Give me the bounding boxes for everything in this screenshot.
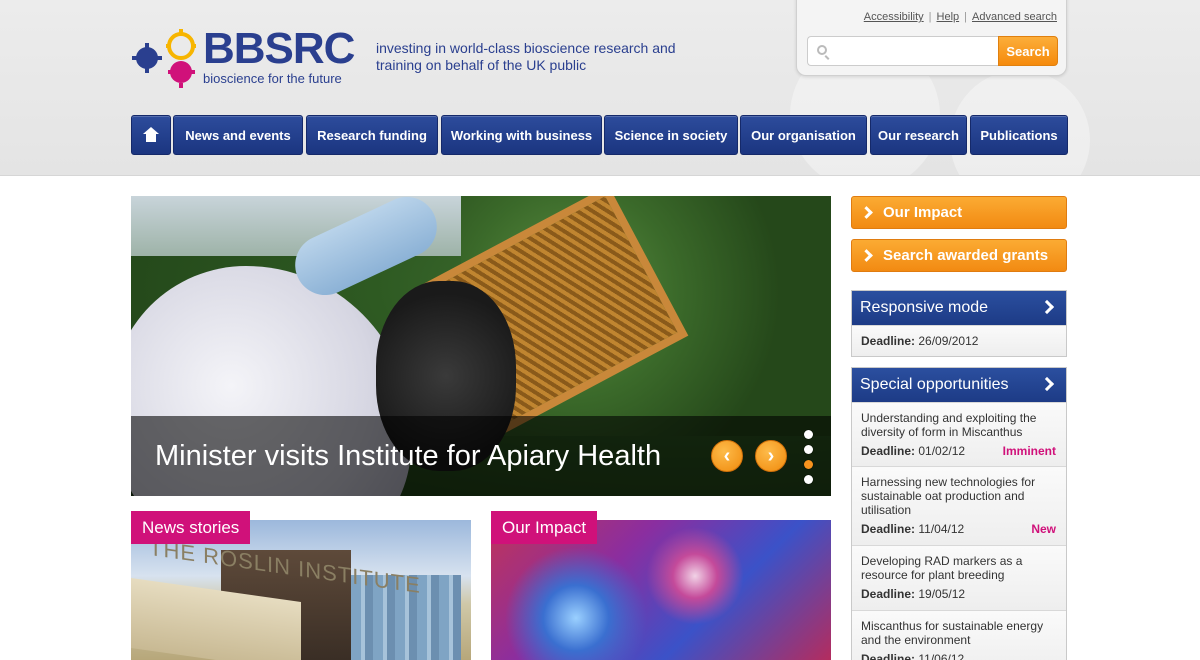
carousel-next-button[interactable]: › xyxy=(755,440,787,472)
deadline-value: 26/09/2012 xyxy=(918,334,979,348)
nav-our-organisation[interactable]: Our organisation xyxy=(740,115,867,155)
our-impact-button[interactable]: Our Impact xyxy=(851,196,1067,229)
link-separator: | xyxy=(964,11,967,23)
search-icon xyxy=(817,45,827,55)
deadline-value: 01/02/12 xyxy=(918,444,966,458)
hero-caption[interactable]: Minister visits Institute for Apiary Hea… xyxy=(155,440,661,473)
our-impact-card[interactable]: Our Impact xyxy=(491,511,831,660)
deadline-label: Deadline: xyxy=(861,652,916,660)
search-input[interactable] xyxy=(807,36,999,66)
news-stories-card[interactable]: THE ROSLIN INSTITUTE News stories xyxy=(131,511,471,660)
opportunity-title[interactable]: Harnessing new technologies for sustaina… xyxy=(861,475,1057,517)
logo-wordmark: BBSRC xyxy=(203,24,355,73)
nav-news-and-events[interactable]: News and events xyxy=(173,115,303,155)
carousel-pager xyxy=(804,430,813,490)
deadline-label: Deadline: xyxy=(861,587,916,601)
status-badge: New xyxy=(1031,522,1056,536)
status-badge: Imminent xyxy=(1002,444,1056,458)
news-stories-label[interactable]: News stories xyxy=(131,511,251,544)
deadline-value: 11/06/12 xyxy=(918,652,965,660)
our-impact-button-label: Our Impact xyxy=(883,204,963,221)
nav-science-in-society[interactable]: Science in society xyxy=(604,115,738,155)
utility-panel: Accessibility | Help | Advanced search Searc… xyxy=(796,0,1067,76)
logo-mark-icon xyxy=(132,29,196,88)
deadline-value: 19/05/12 xyxy=(918,587,966,601)
responsive-mode-title: Responsive mode xyxy=(860,299,989,316)
advanced-search-link[interactable]: Advanced search xyxy=(972,11,1057,23)
nav-home[interactable] xyxy=(131,115,171,155)
deadline-value: 11/04/12 xyxy=(918,522,965,536)
opportunity-item[interactable]: Understanding and exploiting the diversi… xyxy=(852,402,1066,466)
carousel-dot[interactable] xyxy=(804,430,813,439)
carousel-dot-active[interactable] xyxy=(804,460,813,469)
special-opportunities-header[interactable]: Special opportunities xyxy=(852,368,1066,402)
responsive-mode-header[interactable]: Responsive mode xyxy=(852,291,1066,325)
opportunity-item[interactable]: Miscanthus for sustainable energy and th… xyxy=(852,610,1066,660)
nav-our-research[interactable]: Our research xyxy=(870,115,967,155)
our-impact-label[interactable]: Our Impact xyxy=(491,511,598,544)
link-separator: | xyxy=(928,11,932,23)
special-opportunities-title: Special opportunities xyxy=(860,376,1009,393)
search-button[interactable]: Search xyxy=(998,36,1058,66)
chevron-left-icon: ‹ xyxy=(723,444,731,467)
deadline-label: Deadline: xyxy=(861,334,916,348)
opportunity-title[interactable]: Developing RAD markers as a resource for… xyxy=(861,554,1057,582)
nav-working-with-business[interactable]: Working with business xyxy=(441,115,602,155)
responsive-mode-deadline: Deadline: 26/09/2012 xyxy=(852,325,1066,356)
hero-carousel[interactable]: Minister visits Institute for Apiary Hea… xyxy=(131,196,831,496)
utility-links: Accessibility | Help | Advanced search xyxy=(864,11,1057,23)
carousel-dot[interactable] xyxy=(804,445,813,454)
responsive-mode-panel: Responsive mode Deadline: 26/09/2012 xyxy=(851,290,1067,357)
bbsrc-logo[interactable]: BBSRC bioscience for the future xyxy=(131,24,361,90)
nav-research-funding[interactable]: Research funding xyxy=(306,115,438,155)
hero-caption-bar: Minister visits Institute for Apiary Hea… xyxy=(131,416,831,496)
search-awarded-grants-label: Search awarded grants xyxy=(883,247,1049,264)
opportunity-item[interactable]: Developing RAD markers as a resource for… xyxy=(852,545,1066,610)
deadline-label: Deadline: xyxy=(861,522,916,536)
search-awarded-grants-button[interactable]: Search awarded grants xyxy=(851,239,1067,272)
opportunity-title[interactable]: Miscanthus for sustainable energy and th… xyxy=(861,619,1057,647)
chevron-right-icon xyxy=(1039,299,1055,315)
home-icon xyxy=(143,127,159,143)
logo-tagline: bioscience for the future xyxy=(203,71,342,86)
help-link[interactable]: Help xyxy=(937,11,960,23)
strapline: investing in world-class bioscience rese… xyxy=(376,40,676,73)
chevron-right-icon xyxy=(860,206,873,219)
carousel-prev-button[interactable]: ‹ xyxy=(711,440,743,472)
chevron-right-icon xyxy=(1039,376,1055,392)
chevron-right-icon: › xyxy=(767,444,775,467)
opportunity-item[interactable]: Harnessing new technologies for sustaina… xyxy=(852,466,1066,545)
carousel-dot[interactable] xyxy=(804,475,813,484)
opportunity-title[interactable]: Understanding and exploiting the diversi… xyxy=(861,411,1057,439)
nav-publications[interactable]: Publications xyxy=(970,115,1068,155)
special-opportunities-panel: Special opportunities Understanding and … xyxy=(851,367,1067,660)
deadline-label: Deadline: xyxy=(861,444,916,458)
chevron-right-icon xyxy=(860,249,873,262)
accessibility-link[interactable]: Accessibility xyxy=(864,11,924,23)
